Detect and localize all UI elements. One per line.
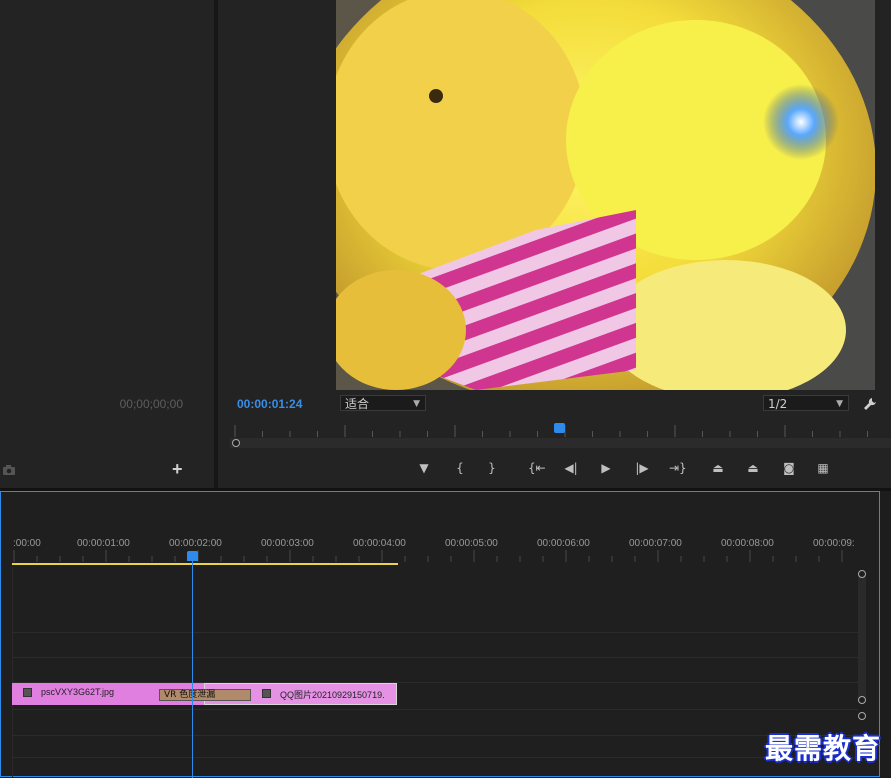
ruler-label: 00:00:07:00 [629, 538, 682, 549]
track-area [12, 567, 858, 777]
go-to-in-icon: {⇤ [528, 461, 546, 475]
ruler-label: 00:00:04:00 [353, 538, 406, 549]
scroll-handle-track[interactable] [858, 712, 866, 720]
ruler-label: 00:00:06:00 [537, 538, 590, 549]
mark-out-button[interactable]: } [484, 460, 500, 476]
step-back-button[interactable]: ◀| [563, 460, 579, 476]
extract-button[interactable]: ⏏ [745, 460, 761, 476]
ruler-label: 00:00:09: [813, 538, 855, 549]
mark-out-icon: } [488, 461, 496, 475]
watermark: 最需教育 [765, 732, 882, 765]
marker-icon: ▼ [419, 461, 429, 475]
resolution-select-value: 1/2 [768, 397, 788, 411]
go-to-out-icon: ⇥} [669, 461, 687, 475]
ruler-label: :00:00 [13, 538, 41, 549]
vertical-scrollbar[interactable] [858, 572, 866, 702]
source-timecode[interactable]: 00;00;00;00 [120, 397, 183, 411]
camera-icon: ◙ [783, 461, 795, 475]
clip-label: QQ图片20210929150719. [280, 690, 385, 700]
timeline-playhead[interactable] [192, 552, 193, 778]
zoom-handle-left[interactable] [232, 439, 240, 447]
extract-icon: ⏏ [747, 461, 759, 475]
program-scrub-bar[interactable] [230, 438, 891, 448]
clip-label: pscVXY3G62T.jpg [41, 687, 115, 697]
fit-select[interactable]: 适合 ▼ [340, 395, 426, 411]
fx-badge-icon [262, 689, 271, 698]
work-area-bar[interactable] [12, 563, 398, 565]
ruler-label: 00:00:01:00 [77, 538, 130, 549]
track-divider [12, 709, 858, 710]
program-timecode[interactable]: 00:00:01:24 [237, 397, 302, 411]
lift-button[interactable]: ⏏ [710, 460, 726, 476]
mark-in-icon: { [456, 461, 464, 475]
resolution-select[interactable]: 1/2 ▼ [763, 395, 849, 411]
track-divider [12, 657, 858, 658]
step-back-icon: ◀| [564, 461, 578, 475]
program-playhead[interactable] [553, 423, 565, 433]
program-monitor-panel: 00:00:01:24 适合 ▼ 1/2 ▼ ▼ {} {⇤ ◀| ▶ |▶ ⇥} ⏏ ⏏ ◙ ▦ [218, 0, 891, 488]
ruler-label: 00:00:05:00 [445, 538, 498, 549]
timeline-panel: :00:00 00:00:01:00 00:00:02:00 00:00:03:00 0… [0, 491, 880, 778]
program-video-frame[interactable] [336, 0, 875, 390]
scroll-handle-top[interactable] [858, 570, 866, 578]
track-divider [12, 632, 858, 633]
timeline-playhead-handle[interactable] [187, 551, 198, 561]
play-icon: ▶ [601, 461, 611, 475]
add-marker-button[interactable]: ▼ [416, 460, 432, 476]
compare-icon: ▦ [817, 461, 829, 475]
ruler-label: 00:00:02:00 [169, 538, 222, 549]
transition-vr-chroma-leak[interactable]: VR 色度泄漏 [159, 689, 251, 701]
add-button[interactable]: + [172, 459, 183, 480]
go-to-out-button[interactable]: ⇥} [669, 460, 687, 476]
source-monitor-panel: 00;00;00;00 + [0, 0, 214, 488]
fit-select-value: 适合 [345, 397, 370, 411]
ruler-label: 00:00:08:00 [721, 538, 774, 549]
go-to-in-button[interactable]: {⇤ [528, 460, 546, 476]
track-divider [12, 735, 858, 736]
export-frame-button[interactable]: ◙ [781, 460, 797, 476]
step-forward-button[interactable]: |▶ [634, 460, 650, 476]
compare-button[interactable]: ▦ [815, 460, 831, 476]
wrench-icon[interactable] [863, 396, 877, 415]
mark-in-button[interactable]: { [452, 460, 468, 476]
track-divider [12, 757, 858, 758]
lift-icon: ⏏ [712, 461, 724, 475]
play-button[interactable]: ▶ [598, 460, 614, 476]
step-forward-icon: |▶ [635, 461, 649, 475]
fx-badge-icon [23, 688, 32, 697]
scroll-handle-bottom[interactable] [858, 696, 866, 704]
chevron-down-icon: ▼ [413, 399, 420, 409]
ruler-label: 00:00:03:00 [261, 538, 314, 549]
chevron-down-icon: ▼ [836, 399, 843, 409]
camera-icon[interactable] [2, 461, 16, 480]
